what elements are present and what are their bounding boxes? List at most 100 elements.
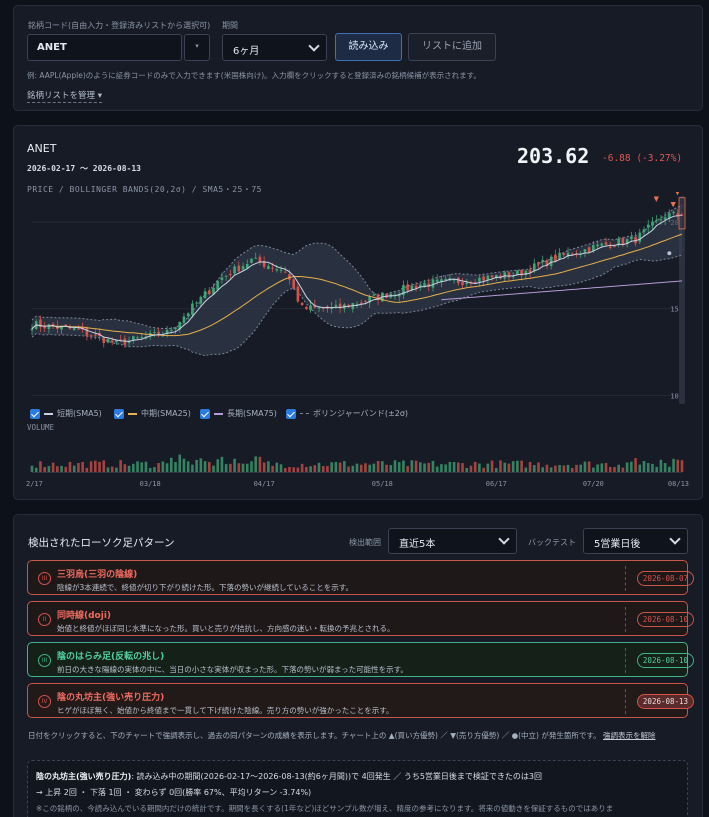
candle-body xyxy=(254,257,258,259)
volume-bar xyxy=(680,460,684,472)
code-dropdown-button[interactable]: ▾ xyxy=(184,34,210,61)
legend-sma25[interactable]: 中期(SMA25) xyxy=(114,408,191,419)
pattern-date[interactable]: 2026-08-10 xyxy=(637,653,694,668)
volume-bar xyxy=(254,456,258,472)
volume-bar xyxy=(283,467,287,472)
volume-bar xyxy=(212,465,215,472)
pattern-card[interactable]: III 陰のはらみ足(反転の兆し) 前日の大きな陽線の実体の中に、当日の小さな実… xyxy=(27,642,694,677)
volume-bar xyxy=(245,463,249,472)
pattern-date[interactable]: 2026-08-13 xyxy=(637,694,694,709)
volume-bar xyxy=(402,460,405,472)
volume-bar xyxy=(461,463,464,472)
volume-bar xyxy=(317,462,321,472)
volume-bar xyxy=(191,464,194,472)
pattern-icon: III xyxy=(38,572,51,585)
volume-bar xyxy=(47,466,51,472)
volume-bar xyxy=(292,467,295,472)
volume-bar xyxy=(570,467,574,472)
candle-body xyxy=(435,279,439,282)
candle-body xyxy=(85,327,89,336)
volume-bar xyxy=(279,464,283,472)
volume-bar xyxy=(178,454,182,472)
candle-body xyxy=(207,290,211,295)
volume-bar xyxy=(267,461,270,472)
chart-legend: 短期(SMA5) 中期(SMA25) 長期(SMA75) ボリンジャーバンド(±… xyxy=(30,408,690,420)
load-button[interactable]: 読み込み xyxy=(335,33,402,61)
x-tick-label: 06/17 xyxy=(486,480,507,488)
volume-bar xyxy=(182,458,186,472)
volume-bar xyxy=(305,467,308,472)
period-select[interactable]: 6ヶ月 xyxy=(222,34,327,61)
volume-bar xyxy=(435,466,439,472)
volume-bar xyxy=(410,460,414,472)
ticker-title: ANET xyxy=(27,142,57,155)
candle-body xyxy=(431,279,435,288)
candle-body xyxy=(659,219,663,221)
sell-marker-icon: ▼ xyxy=(675,192,681,196)
candle-body xyxy=(608,246,612,249)
manage-list-link[interactable]: 銘柄リストを管理 ▾ xyxy=(27,89,102,103)
candle-body xyxy=(490,275,494,278)
volume-bar xyxy=(465,467,469,472)
candle-body xyxy=(233,266,236,274)
candle-body xyxy=(537,261,540,265)
pattern-date[interactable]: 2026-08-07 xyxy=(637,571,694,586)
candle-body xyxy=(305,306,308,310)
volume-bar xyxy=(43,467,46,472)
volume-bar xyxy=(233,458,236,472)
sell-marker-icon: ▼ xyxy=(654,195,660,203)
volume-bar xyxy=(351,465,355,472)
candle-body xyxy=(444,278,447,280)
legend-bollinger[interactable]: ボリンジャーバンド(±2σ) xyxy=(286,408,408,419)
volume-bar xyxy=(427,462,431,472)
legend-swatch xyxy=(44,412,53,415)
clear-highlight-link[interactable]: 強調表示を解除 xyxy=(603,731,656,740)
candle-body xyxy=(237,265,241,272)
price-change: -6.88 (-3.27%) xyxy=(602,153,683,164)
volume-bar xyxy=(119,460,122,472)
volume-bar xyxy=(220,456,224,472)
candle-body xyxy=(541,259,545,263)
pattern-title: 陰のはらみ足(反転の兆し) xyxy=(57,652,165,662)
legend-label: 中期(SMA25) xyxy=(141,409,191,418)
candle-body xyxy=(77,328,80,330)
candle-body xyxy=(604,242,608,245)
pattern-icon: IV xyxy=(38,695,51,708)
volume-bar xyxy=(397,462,401,472)
volume-bar xyxy=(60,465,63,472)
candle-body xyxy=(651,221,654,226)
candle-body xyxy=(309,305,312,311)
volume-bar xyxy=(262,462,266,472)
price-chart[interactable]: 100150200▼▼▼ xyxy=(14,192,702,408)
pattern-card[interactable]: III 三羽烏(三羽の陰線) 陰線が3本連続で、終値が切り下がり続けた形。下落の… xyxy=(27,560,694,595)
volume-bar xyxy=(237,463,241,472)
pattern-date[interactable]: 2026-08-10 xyxy=(637,612,694,627)
pattern-description: ヒゲがほぼ無く、始値から終値まで一貫して下げ続けた陰線。売り方の勢いが強かったこ… xyxy=(57,706,394,715)
volume-bar xyxy=(486,463,490,472)
volume-bar xyxy=(381,461,384,472)
pattern-description: 陰線が3本連続で、終値が切り下がり続けた形。下落の勢いが継続していることを示す。 xyxy=(57,583,353,592)
candle-body xyxy=(136,337,139,339)
volume-bar xyxy=(115,467,118,472)
volume-bar xyxy=(224,464,228,472)
pattern-card[interactable]: II 同時線(doji) 始値と終値がほぼ同じ水準になった形。買いと売りが拮抗し… xyxy=(27,601,694,636)
legend-sma75[interactable]: 長期(SMA75) xyxy=(200,408,277,419)
volume-bar xyxy=(123,464,127,472)
x-tick-label: 03/18 xyxy=(140,480,161,488)
volume-bar xyxy=(431,460,435,472)
candle-body xyxy=(275,269,279,271)
backtest-select[interactable]: 5営業日後 xyxy=(583,528,688,554)
volume-bar xyxy=(638,464,642,472)
candle-body xyxy=(229,273,232,276)
chevron-down-icon xyxy=(669,533,681,545)
volume-bar xyxy=(499,460,502,472)
candle-body xyxy=(587,247,591,253)
pattern-card-active[interactable]: IV 陰の丸坊主(強い売り圧力) ヒゲがほぼ無く、始値から終値まで一貫して下げ続… xyxy=(27,683,694,718)
legend-swatch xyxy=(128,412,137,415)
patterns-title: 検出されたローソク足パターン xyxy=(28,537,175,549)
legend-sma5[interactable]: 短期(SMA5) xyxy=(30,408,102,419)
code-input[interactable]: ANET xyxy=(27,34,182,61)
add-to-list-button[interactable]: リストに追加 xyxy=(408,33,496,61)
range-select[interactable]: 直近5本 xyxy=(388,528,517,554)
candle-body xyxy=(364,300,367,302)
